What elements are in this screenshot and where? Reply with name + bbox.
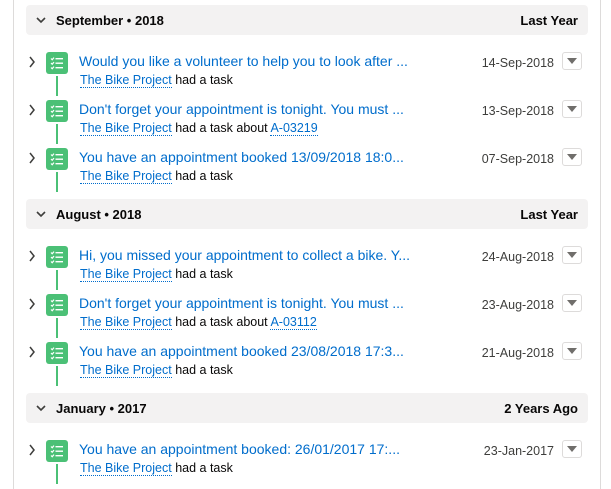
timeline-item: Don't forget your appointment is tonight…: [26, 97, 588, 145]
timeline-connector: [56, 270, 58, 290]
row-actions-button[interactable]: [562, 148, 582, 166]
task-list-icon: [46, 440, 68, 462]
timeline-connector: [56, 172, 58, 192]
timeline-connector: [56, 318, 58, 338]
task-date: 13-Sep-2018: [481, 104, 554, 118]
account-link[interactable]: The Bike Project: [80, 73, 172, 88]
timeline-item: Would you like a volunteer to help you t…: [26, 49, 588, 97]
task-date: 07-Sep-2018: [481, 152, 554, 166]
task-action-text: had a task: [175, 363, 233, 377]
account-link[interactable]: The Bike Project: [80, 267, 172, 282]
timeline-connector: [56, 464, 58, 484]
row-actions-button[interactable]: [562, 52, 582, 70]
task-meta: The Bike Project had a task: [80, 72, 233, 88]
chevron-down-icon[interactable]: [34, 207, 48, 221]
task-list-icon: [46, 52, 68, 74]
group-header-august-2018[interactable]: August • 2018 Last Year: [26, 199, 588, 229]
task-date: 23-Aug-2018: [481, 298, 554, 312]
task-action-text: had a task: [175, 315, 233, 329]
task-action-text: had a task: [175, 169, 233, 183]
caret-down-icon: [567, 300, 577, 306]
account-link[interactable]: The Bike Project: [80, 121, 172, 136]
caret-down-icon: [567, 106, 577, 112]
row-actions-button[interactable]: [562, 440, 582, 458]
chevron-right-icon[interactable]: [26, 103, 38, 117]
caret-down-icon: [567, 58, 577, 64]
task-meta: The Bike Project had a task about A-0311…: [80, 314, 317, 330]
caret-down-icon: [567, 348, 577, 354]
group-header-september-2018[interactable]: September • 2018 Last Year: [26, 5, 588, 35]
timeline-item: You have an appointment booked: 26/01/20…: [26, 437, 588, 485]
task-list-icon: [46, 342, 68, 364]
task-list-icon: [46, 246, 68, 268]
group-title: August • 2018: [56, 206, 142, 222]
task-subject-link[interactable]: You have an appointment booked 23/08/201…: [79, 342, 439, 360]
task-subject-link[interactable]: Would you like a volunteer to help you t…: [79, 52, 439, 70]
group-title: January • 2017: [56, 400, 147, 416]
row-actions-button[interactable]: [562, 294, 582, 312]
row-actions-button[interactable]: [562, 100, 582, 118]
group-title: September • 2018: [56, 12, 164, 28]
task-about-text: about: [236, 121, 268, 135]
account-link[interactable]: The Bike Project: [80, 461, 172, 476]
task-action-text: had a task: [175, 73, 233, 87]
account-link[interactable]: The Bike Project: [80, 315, 172, 330]
task-subject-link[interactable]: Hi, you missed your appointment to colle…: [79, 246, 439, 264]
chevron-right-icon[interactable]: [26, 443, 38, 457]
task-subject-link[interactable]: Don't forget your appointment is tonight…: [79, 294, 439, 312]
task-date: 24-Aug-2018: [481, 250, 554, 264]
chevron-right-icon[interactable]: [26, 297, 38, 311]
task-subject-link[interactable]: You have an appointment booked: 26/01/20…: [79, 440, 439, 458]
chevron-right-icon[interactable]: [26, 55, 38, 69]
task-meta: The Bike Project had a task: [80, 168, 233, 184]
timeline-connector: [56, 124, 58, 144]
task-list-icon: [46, 148, 68, 170]
task-meta: The Bike Project had a task: [80, 460, 233, 476]
timeline-item: Don't forget your appointment is tonight…: [26, 291, 588, 339]
chevron-right-icon[interactable]: [26, 345, 38, 359]
group-relative-date: 2 Years Ago: [504, 400, 578, 416]
task-list-icon: [46, 294, 68, 316]
record-link[interactable]: A-03219: [270, 121, 318, 136]
account-link[interactable]: The Bike Project: [80, 363, 172, 378]
chevron-right-icon[interactable]: [26, 249, 38, 263]
group-header-january-2017[interactable]: January • 2017 2 Years Ago: [26, 393, 588, 423]
group-relative-date: Last Year: [520, 12, 578, 28]
task-meta: The Bike Project had a task: [80, 266, 233, 282]
chevron-right-icon[interactable]: [26, 151, 38, 165]
account-link[interactable]: The Bike Project: [80, 169, 172, 184]
chevron-down-icon[interactable]: [34, 13, 48, 27]
task-about-text: about: [236, 315, 268, 329]
task-meta: The Bike Project had a task: [80, 362, 233, 378]
task-subject-link[interactable]: You have an appointment booked 13/09/201…: [79, 148, 439, 166]
task-date: 23-Jan-2017: [483, 444, 554, 458]
timeline-item: You have an appointment booked 13/09/201…: [26, 145, 588, 193]
timeline-connector: [56, 76, 58, 96]
record-link[interactable]: A-03112: [270, 315, 317, 330]
task-meta: The Bike Project had a task about A-0321…: [80, 120, 318, 136]
row-actions-button[interactable]: [562, 342, 582, 360]
task-action-text: had a task: [175, 461, 233, 475]
caret-down-icon: [567, 446, 577, 452]
group-relative-date: Last Year: [520, 206, 578, 222]
task-action-text: had a task: [175, 267, 233, 281]
row-actions-button[interactable]: [562, 246, 582, 264]
task-date: 21-Aug-2018: [481, 346, 554, 360]
timeline-item: You have an appointment booked 23/08/201…: [26, 339, 588, 387]
task-subject-link[interactable]: Don't forget your appointment is tonight…: [79, 100, 439, 118]
task-list-icon: [46, 100, 68, 122]
task-action-text: had a task: [175, 121, 233, 135]
caret-down-icon: [567, 154, 577, 160]
caret-down-icon: [567, 252, 577, 258]
chevron-down-icon[interactable]: [34, 401, 48, 415]
timeline-connector: [56, 366, 58, 386]
timeline-item: Hi, you missed your appointment to colle…: [26, 243, 588, 291]
task-date: 14-Sep-2018: [481, 56, 554, 70]
